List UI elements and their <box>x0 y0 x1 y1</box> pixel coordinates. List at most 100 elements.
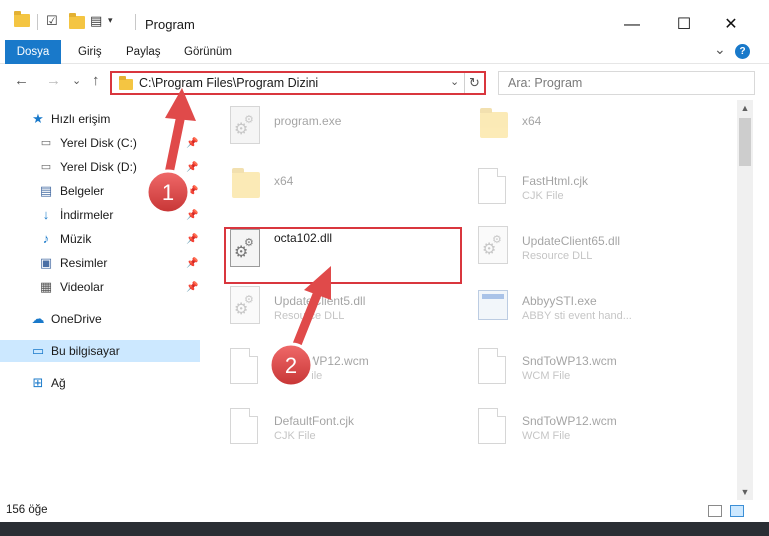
videos-icon: ▦ <box>39 279 53 294</box>
file-name: UpdateClient65.dll <box>522 234 621 248</box>
pin-icon[interactable]: 📌 <box>186 162 198 173</box>
file-item[interactable]: AbbyySTI.exe ABBY sti event hand... <box>476 284 706 334</box>
sidebar-item-local-disk-c[interactable]: ▭ Yerel Disk (C:) 📌 <box>0 132 200 154</box>
pin-icon[interactable]: 📌 <box>186 258 198 269</box>
search-box[interactable]: Ara: Program <box>498 71 755 95</box>
forward-button[interactable]: → <box>46 72 61 89</box>
file-item[interactable]: x64 <box>476 104 706 154</box>
up-button[interactable]: ↑ <box>92 72 100 89</box>
sidebar-item-music[interactable]: ♪ Müzik 📌 <box>0 228 200 250</box>
back-button[interactable]: ← <box>14 72 29 89</box>
file-item[interactable]: DefaultFont.cjk CJK File <box>228 404 458 454</box>
sidebar-item-network[interactable]: ⊞ Ağ <box>0 372 200 394</box>
sidebar-item-downloads[interactable]: ↓ İndirmeler 📌 <box>0 204 200 226</box>
properties-icon[interactable]: ☑ <box>46 13 58 29</box>
dll-icon <box>228 286 260 326</box>
pin-icon[interactable]: 📌 <box>186 210 198 221</box>
sidebar-item-pictures[interactable]: ▣ Resimler 📌 <box>0 252 200 274</box>
highlight-box <box>224 227 462 284</box>
folder-icon[interactable] <box>14 11 30 27</box>
navigation-bar: ← → ⌄ ↑ C:\Program Files\Program Dizini … <box>0 64 769 100</box>
large-icons-view-button[interactable] <box>730 505 744 517</box>
pin-icon[interactable]: 📌 <box>186 282 198 293</box>
scroll-up-icon[interactable]: ▲ <box>737 100 753 116</box>
sidebar-item-documents[interactable]: ▤ Belgeler 📌 <box>0 180 200 202</box>
file-item[interactable]: FastHtml.cjk CJK File <box>476 164 706 214</box>
help-icon[interactable]: ? <box>735 44 750 59</box>
search-placeholder: Ara: Program <box>508 76 583 90</box>
tab-view[interactable]: Görünüm <box>184 40 232 64</box>
navigation-pane: ★ Hızlı erişim ▭ Yerel Disk (C:) 📌 ▭ Yer… <box>0 100 203 500</box>
pin-icon[interactable]: 📌 <box>186 186 198 197</box>
refresh-button[interactable]: ↻ <box>464 73 484 93</box>
folder-icon <box>476 106 508 146</box>
settings-icon <box>228 106 260 146</box>
address-dropdown-icon[interactable]: ⌄ <box>450 75 459 88</box>
tab-home[interactable]: Giriş <box>78 40 102 64</box>
dll-icon <box>476 226 508 266</box>
sidebar-item-label: Resimler <box>60 256 108 270</box>
tab-file[interactable]: Dosya <box>5 40 61 64</box>
sidebar-item-quick-access[interactable]: ★ Hızlı erişim <box>0 108 200 130</box>
expand-ribbon-icon[interactable]: ⌄ <box>714 41 726 58</box>
file-item[interactable]: SndToWP13.wcm WCM File <box>476 344 706 394</box>
address-path[interactable]: C:\Program Files\Program Dizini <box>139 76 318 90</box>
doc-icon <box>476 166 508 206</box>
file-name: SndToWP13.wcm <box>522 354 617 368</box>
file-type: CJK File <box>522 190 564 202</box>
file-type: CJK File <box>274 430 316 442</box>
file-item[interactable]: SndToWP12.wcm WCM File <box>228 344 458 394</box>
sidebar-item-label: Hızlı erişim <box>51 112 111 126</box>
sidebar-item-videos[interactable]: ▦ Videolar 📌 <box>0 276 200 298</box>
window-title: Program <box>145 17 195 32</box>
file-item[interactable]: x64 <box>228 164 458 214</box>
vertical-scrollbar[interactable]: ▲ ▼ <box>737 100 753 500</box>
recent-locations-button[interactable]: ⌄ <box>72 74 81 87</box>
sidebar-item-label: Yerel Disk (D:) <box>60 160 137 174</box>
file-item[interactable]: program.exe <box>228 104 458 154</box>
download-icon: ↓ <box>42 207 50 222</box>
file-name: DefaultFont.cjk <box>274 414 355 428</box>
file-name: SndToWP12.wcm <box>274 354 369 368</box>
scroll-down-icon[interactable]: ▼ <box>737 484 753 500</box>
sidebar-item-this-pc[interactable]: ▭ Bu bilgisayar <box>0 340 200 362</box>
file-type: ABBY sti event hand... <box>522 310 632 322</box>
file-name: x64 <box>522 114 542 128</box>
star-icon: ★ <box>32 111 44 126</box>
file-name: program.exe <box>274 114 342 128</box>
sidebar-item-label: Müzik <box>60 232 92 246</box>
doc-icon <box>476 406 508 446</box>
sidebar-item-label: İndirmeler <box>60 208 114 222</box>
doc-icon <box>476 346 508 386</box>
file-item[interactable]: UpdateClient65.dll Resource DLL <box>476 224 706 274</box>
sidebar-item-onedrive[interactable]: ☁ OneDrive <box>0 308 200 330</box>
file-type: WCM File <box>274 370 323 382</box>
exe-icon <box>476 286 508 326</box>
file-item[interactable]: SndToWP12.wcm WCM File <box>476 404 706 454</box>
scrollbar-thumb[interactable] <box>739 118 751 166</box>
pin-icon[interactable]: 📌 <box>186 234 198 245</box>
address-bar[interactable]: C:\Program Files\Program Dizini ⌄ ↻ <box>110 71 486 95</box>
new-folder-icon[interactable] <box>69 13 85 29</box>
details-view-button[interactable] <box>708 505 722 517</box>
file-name: FastHtml.cjk <box>522 174 588 188</box>
file-type: WCM File <box>522 370 571 382</box>
minimize-button[interactable]: — <box>617 10 647 40</box>
sidebar-item-label: Bu bilgisayar <box>51 344 120 358</box>
tab-share[interactable]: Paylaş <box>126 40 161 64</box>
cloud-icon: ☁ <box>31 311 45 326</box>
file-item[interactable]: UpdateClient5.dll Resource DLL <box>228 284 458 334</box>
customize-toolbar-icon[interactable]: ▾ <box>108 15 113 26</box>
maximize-button[interactable]: ☐ <box>669 10 699 40</box>
file-type: Resource DLL <box>522 250 593 262</box>
close-button[interactable]: ✕ <box>716 10 746 40</box>
sidebar-item-label: OneDrive <box>51 312 102 326</box>
folder-icon <box>119 76 133 90</box>
view-options-icon[interactable]: ▤ <box>90 13 102 29</box>
doc-icon <box>228 346 260 386</box>
file-name: SndToWP12.wcm <box>522 414 617 428</box>
pin-icon[interactable]: 📌 <box>186 138 198 149</box>
sidebar-item-label: Belgeler <box>60 184 105 198</box>
sidebar-item-local-disk-d[interactable]: ▭ Yerel Disk (D:) 📌 <box>0 156 200 178</box>
ribbon-tabs: Dosya Giriş Paylaş Görünüm ⌄ ? <box>0 40 769 64</box>
